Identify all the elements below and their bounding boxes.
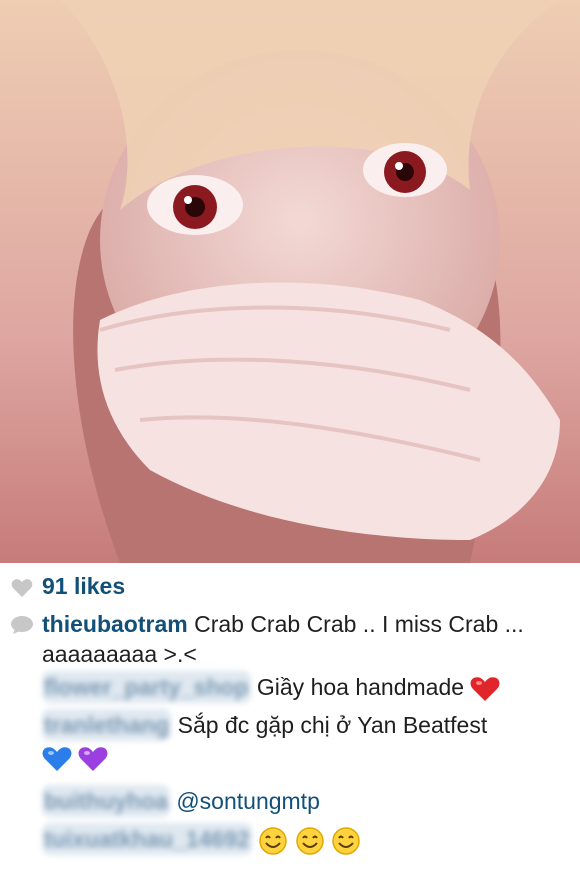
comment-item: tuixuatkhau_14692: [42, 823, 572, 856]
smile-emoji: [259, 827, 287, 855]
comment-mention[interactable]: @sontungmtp: [176, 788, 320, 814]
post-photo: [0, 0, 580, 563]
comment-item: tranlethang Sắp đc gặp chị ở Yan Beatfes…: [42, 709, 572, 773]
caption: thieubaotram Crab Crab Crab .. I miss Cr…: [42, 609, 562, 669]
comment-username[interactable]: flower_party_shop: [42, 671, 251, 703]
post-meta: 91 likes thieubaotram Crab Crab Crab .. …: [0, 563, 580, 870]
heart-red-emoji: [470, 677, 500, 701]
comment-text: Sắp đc gặp chị ở Yan Beatfest: [177, 712, 488, 738]
likes-count[interactable]: 91 likes: [42, 573, 125, 600]
heart-purple-emoji: [78, 747, 108, 771]
heart-blue-emoji: [42, 747, 72, 771]
heart-icon: [11, 579, 33, 597]
smile-emoji: [332, 827, 360, 855]
comment-text: Giầy hoa handmade: [256, 674, 465, 700]
photo-artwork: [0, 0, 580, 563]
comment-bubble-icon: [11, 616, 33, 634]
comment-username[interactable]: tuixuatkhau_14692: [42, 823, 252, 855]
caption-username[interactable]: thieubaotram: [42, 611, 188, 637]
smile-emoji: [295, 827, 324, 855]
comment-item: flower_party_shop Giầy hoa handmade: [42, 671, 572, 703]
comment-item: buithuyhoa @sontungmtp: [42, 785, 572, 817]
comment-username[interactable]: tranlethang: [42, 709, 172, 741]
likes-row[interactable]: 91 likes: [0, 573, 580, 603]
comment-username[interactable]: buithuyhoa: [42, 785, 170, 817]
caption-row: thieubaotram Crab Crab Crab .. I miss Cr…: [0, 607, 580, 673]
